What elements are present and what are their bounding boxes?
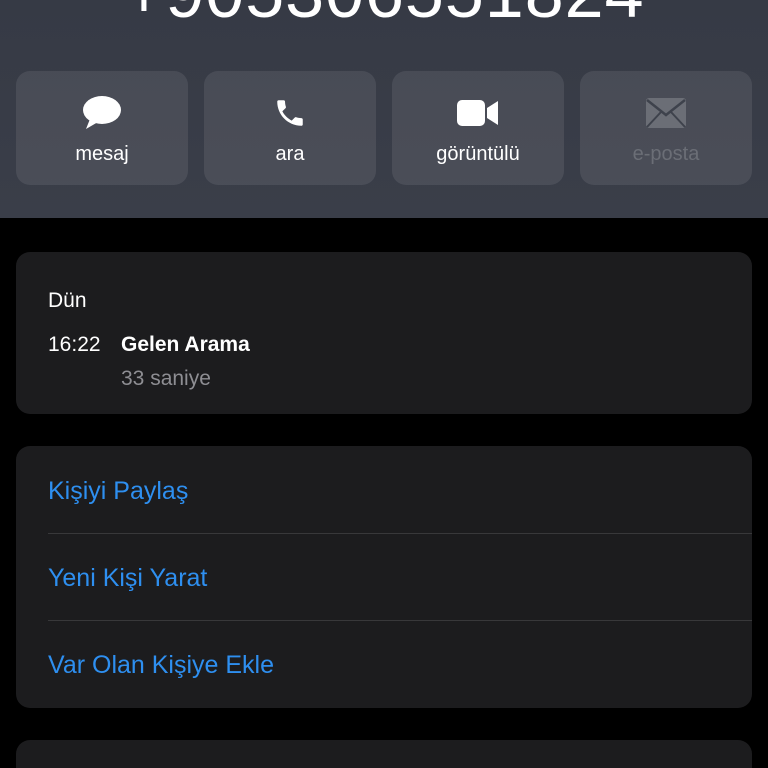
message-bubble-icon: [16, 93, 188, 133]
video-call-button-label: görüntülü: [436, 143, 520, 165]
call-button[interactable]: ara: [204, 71, 376, 185]
contact-options-card: Kişiyi Paylaş Yeni Kişi Yarat Var Olan K…: [16, 446, 752, 708]
call-type: Gelen Arama: [121, 333, 250, 356]
contact-header: +905306551824 mesaj ara: [0, 0, 768, 218]
contact-detail-screen: +905306551824 mesaj ara: [0, 0, 768, 768]
add-to-existing-contact-label: Var Olan Kişiye Ekle: [48, 651, 275, 679]
video-call-button[interactable]: görüntülü: [392, 71, 564, 185]
phone-number-title: +905306551824: [0, 0, 768, 38]
video-camera-icon: [392, 93, 564, 133]
create-new-contact-row[interactable]: Yeni Kişi Yarat: [16, 533, 752, 620]
message-button-label: mesaj: [75, 143, 129, 165]
next-card: [16, 740, 752, 768]
quick-actions-bar: mesaj ara görüntülü e-posta: [16, 71, 752, 185]
email-button[interactable]: e-posta: [580, 71, 752, 185]
call-date: Dün: [48, 289, 87, 312]
share-contact-label: Kişiyi Paylaş: [48, 477, 189, 505]
message-button[interactable]: mesaj: [16, 71, 188, 185]
envelope-icon: [580, 93, 752, 133]
create-new-contact-label: Yeni Kişi Yarat: [48, 564, 208, 592]
recent-calls-card: Dün 16:22 Gelen Arama 33 saniye: [16, 252, 752, 414]
call-time: 16:22: [48, 333, 101, 356]
add-to-existing-contact-row[interactable]: Var Olan Kişiye Ekle: [16, 620, 752, 707]
phone-icon: [204, 93, 376, 133]
share-contact-row[interactable]: Kişiyi Paylaş: [16, 446, 752, 533]
email-button-label: e-posta: [632, 143, 700, 165]
call-duration: 33 saniye: [121, 367, 211, 390]
call-button-label: ara: [275, 143, 305, 165]
